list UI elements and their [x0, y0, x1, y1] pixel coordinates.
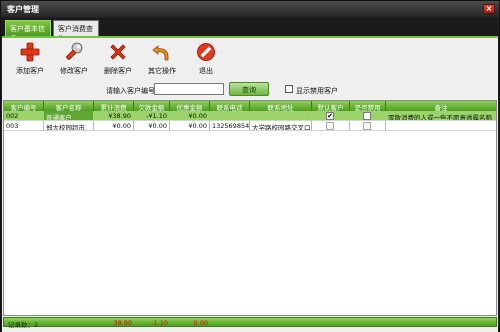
- cell-discount: ¥0.00: [170, 121, 210, 131]
- window-titlebar: 客户管理 ×: [1, 1, 499, 17]
- default-customer-checkbox[interactable]: [326, 122, 334, 130]
- tab-customer-consumption-query[interactable]: 客户消费查询: [53, 20, 99, 43]
- footer-debt: -1.10: [151, 319, 168, 327]
- toolbar: 添加客户 修改客户 删除客户 其它操作 退出: [2, 38, 498, 78]
- plus-icon: [20, 42, 40, 62]
- search-bar: 请输入客户编号和名称: 查询 显示禁用客户: [2, 82, 498, 98]
- cell-debt: -¥1.10: [134, 111, 170, 121]
- cell-phone: [210, 111, 250, 121]
- show-disabled-checkbox[interactable]: [285, 85, 293, 93]
- disabled-checkbox[interactable]: [363, 112, 371, 120]
- column-header[interactable]: 累计消费: [94, 101, 134, 111]
- cell-discount: ¥0.00: [170, 111, 210, 121]
- default-customer-checkbox[interactable]: ✔: [326, 112, 334, 120]
- cell-default: ✔: [312, 111, 350, 121]
- wrench-icon: [66, 42, 83, 60]
- other-operations-label: 其它操作: [148, 67, 176, 75]
- table-row[interactable]: 002 普通客户 ¥38.90 -¥1.10 ¥0.00 ✔ 零散消费的人或一些…: [4, 111, 496, 121]
- column-header[interactable]: 是否禁用: [350, 101, 386, 111]
- cell-note: [386, 121, 496, 131]
- cell-default: [312, 121, 350, 131]
- delete-customer-button[interactable]: 删除客户: [98, 41, 138, 77]
- cell-address: [250, 111, 312, 121]
- delete-customer-label: 删除客户: [104, 67, 132, 75]
- cell-code: 003: [4, 121, 44, 131]
- tab-bar: 客户基本信息 客户消费查询: [2, 18, 498, 43]
- query-button[interactable]: 查询: [229, 82, 269, 96]
- column-header[interactable]: 欠款金额: [134, 101, 170, 111]
- edit-customer-button[interactable]: 修改客户: [54, 41, 94, 77]
- cell-address: 大学路校园路交叉口: [250, 121, 312, 131]
- cell-note: 零散消费的人或一些不愿意透露名称: [386, 111, 496, 121]
- show-disabled-label: 显示禁用客户: [296, 87, 338, 95]
- edit-customer-label: 修改客户: [60, 67, 88, 75]
- cell-debt: ¥0.00: [134, 121, 170, 131]
- close-button[interactable]: ×: [483, 4, 495, 14]
- record-count: 记录数：2: [8, 321, 39, 329]
- cell-total: ¥38.90: [94, 111, 134, 121]
- close-icon: ×: [485, 4, 493, 13]
- exit-button[interactable]: 退出: [186, 41, 226, 77]
- customer-management-window: 客户管理 × 客户基本信息 客户消费查询 添加客户: [0, 0, 500, 332]
- table-row[interactable]: 003 郑大校园超市 ¥0.00 ¥0.00 ¥0.00 1325698548T…: [4, 121, 496, 131]
- window-title: 客户管理: [7, 5, 39, 14]
- cell-total: ¥0.00: [94, 121, 134, 131]
- undo-arrow-icon: [152, 45, 169, 61]
- column-header[interactable]: 联系地址: [250, 101, 312, 111]
- cell-disabled: [350, 111, 386, 121]
- no-entry-icon: [197, 43, 215, 61]
- cell-disabled: [350, 121, 386, 131]
- disabled-checkbox[interactable]: [363, 122, 371, 130]
- exit-label: 退出: [199, 67, 213, 75]
- search-input[interactable]: [154, 83, 224, 95]
- column-header[interactable]: 备注: [386, 101, 496, 111]
- column-header[interactable]: 联系电话: [210, 101, 250, 111]
- cell-phone: 1325698548T: [210, 121, 250, 131]
- footer-discount: 0.00: [193, 319, 208, 327]
- add-customer-label: 添加客户: [16, 67, 44, 75]
- other-operations-button[interactable]: 其它操作: [142, 41, 182, 77]
- tab-content: 添加客户 修改客户 删除客户 其它操作 退出 请输入客户编号和名称: 查询 显示…: [2, 36, 498, 332]
- customer-table: 客户编号 客户名称 累计消费 欠款金额 优惠金额 联系电话 联系地址 默认客户 …: [3, 100, 497, 316]
- tab-customer-basic-info[interactable]: 客户基本信息: [5, 20, 51, 43]
- cell-code: 002: [4, 111, 44, 121]
- add-customer-button[interactable]: 添加客户: [10, 41, 50, 77]
- column-header[interactable]: 优惠金额: [170, 101, 210, 111]
- footer-total: 38.90: [113, 319, 132, 327]
- column-header[interactable]: 客户名称: [44, 101, 94, 111]
- column-header[interactable]: 客户编号: [4, 101, 44, 111]
- column-header[interactable]: 默认客户: [312, 101, 350, 111]
- summary-footer: 记录数：2 38.90 -1.10 0.00: [3, 317, 497, 329]
- cell-name: 普通客户: [44, 111, 94, 121]
- cell-name: 郑大校园超市: [44, 121, 94, 131]
- delete-x-icon: [110, 44, 126, 60]
